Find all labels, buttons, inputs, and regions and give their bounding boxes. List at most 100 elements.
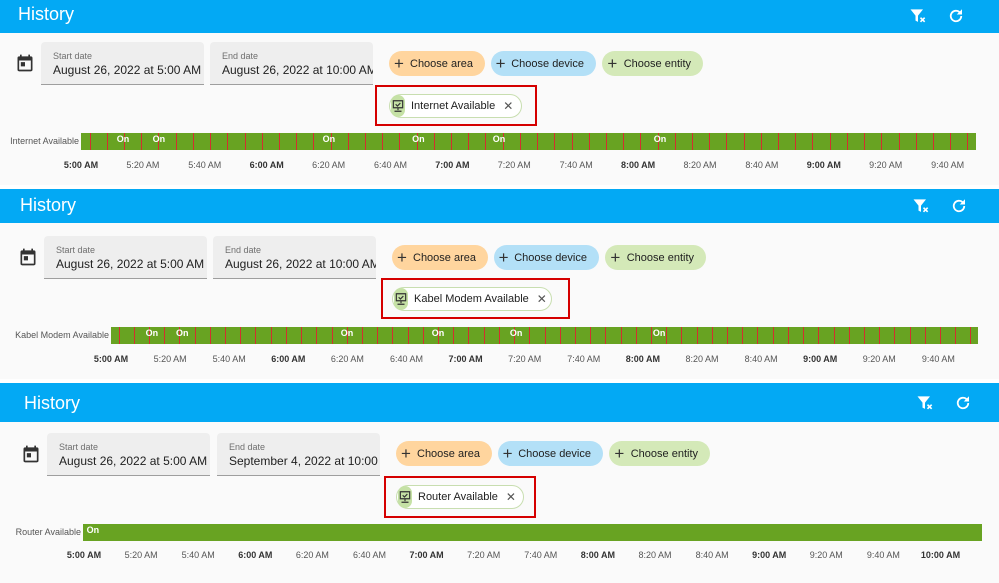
off-state-marker [863,327,865,344]
off-state-marker [795,133,797,150]
start-date-label: Start date [56,245,96,255]
close-icon[interactable]: ✕ [506,490,516,504]
time-axis: 5:00 AM 5:20 AM 5:40 AM 6:00 AM 6:20 AM 6:40 … [0,160,999,174]
off-state-marker [544,327,546,344]
choose-entity-button[interactable]: + Choose entity [609,441,710,466]
entity-chip-label: Kabel Modem Available [414,293,529,305]
off-state-marker [787,327,789,344]
filter-remove-icon [917,396,933,410]
off-state-marker [588,133,590,150]
off-state-marker [529,327,531,344]
on-state-label: On [152,134,166,144]
off-state-marker [285,327,287,344]
off-state-marker [848,327,850,344]
off-state-marker [106,133,108,150]
start-date-field[interactable]: Start date August 26, 2022 at 5:00 AM [41,42,204,85]
end-date-field[interactable]: End date August 26, 2022 at 10:00 AM [213,236,376,279]
choose-device-button[interactable]: + Choose device [491,51,596,76]
off-state-marker [301,327,303,344]
network-icon [391,95,405,117]
off-state-marker [605,133,607,150]
time-tick-label: 5:00 AM [66,550,102,560]
off-state-marker [666,327,668,344]
off-state-marker [727,327,729,344]
page-title: History [18,4,75,24]
entity-chip[interactable]: Kabel Modem Available ✕ [392,287,552,311]
filter-remove-icon [910,9,926,23]
time-tick-label: 6:20 AM [295,550,329,560]
time-tick-label: 8:40 AM [695,550,729,560]
choose-area-button[interactable]: + Choose area [396,441,492,466]
choose-area-button[interactable]: + Choose area [392,245,488,270]
off-state-marker [347,133,349,150]
choose-entity-button[interactable]: + Choose entity [602,51,703,76]
on-state-label: On [86,525,100,535]
choose-device-button[interactable]: + Choose device [498,441,603,466]
refresh-button[interactable] [943,3,969,29]
off-state-marker [519,133,521,150]
off-state-marker [894,327,896,344]
clear-filter-button[interactable] [908,193,934,219]
history-panel-1: History Start date August 26, 2022 at 5:… [0,0,999,185]
off-state-marker [620,327,622,344]
off-state-marker [377,327,379,344]
start-date-value: August 26, 2022 at 5:00 AM [53,63,202,77]
start-date-field[interactable]: Start date August 26, 2022 at 5:00 AM [47,433,210,476]
choose-device-button[interactable]: + Choose device [494,245,599,270]
off-state-marker [812,133,814,150]
timeline-row-label: Kabel Modem Available [15,330,109,340]
on-state-label: On [176,328,189,338]
clear-filter-button[interactable] [912,390,938,416]
time-tick-label: 9:00 AM [806,160,841,170]
off-state-marker [772,327,774,344]
time-tick-label: 9:40 AM [921,354,955,364]
time-tick-label: 9:20 AM [809,550,843,560]
time-tick-label: 6:40 AM [352,550,387,560]
history-panel-3: History Start date August 26, 2022 at 5:… [0,383,999,583]
plus-icon: + [502,444,513,463]
time-tick-label: 6:40 AM [389,354,424,364]
choose-area-button[interactable]: + Choose area [389,51,485,76]
choose-entity-button[interactable]: + Choose entity [605,245,706,270]
time-tick-label: 5:20 AM [126,160,160,170]
time-tick-label: 7:20 AM [467,550,501,560]
end-date-label: End date [222,51,259,61]
clear-filter-button[interactable] [905,3,931,29]
off-state-marker [803,327,805,344]
time-tick-label: 5:00 AM [93,354,129,364]
entity-chip[interactable]: Internet Available ✕ [389,94,522,118]
off-state-marker [175,133,177,150]
end-date-field[interactable]: End date September 4, 2022 at 10:00 AM [217,433,380,476]
refresh-button[interactable] [950,390,976,416]
state-timeline[interactable]: On On On On On On [81,133,976,150]
time-axis: 5:00 AM 5:20 AM 5:40 AM 6:00 AM 6:20 AM 6:40 … [0,354,999,368]
off-state-marker [709,133,711,150]
off-state-marker [331,327,333,344]
refresh-icon [952,199,966,213]
time-tick-label: 5:40 AM [188,160,222,170]
refresh-icon [956,396,970,410]
calendar-icon[interactable] [15,53,35,73]
off-state-marker [623,133,625,150]
time-tick-label: 9:20 AM [869,160,903,170]
off-state-marker [485,133,487,150]
refresh-button[interactable] [946,193,972,219]
end-date-field[interactable]: End date August 26, 2022 at 10:00 AM [210,42,373,85]
off-state-marker [692,133,693,150]
calendar-icon[interactable] [21,444,41,464]
calendar-icon[interactable] [18,247,38,267]
on-state-label: On [652,328,666,338]
off-state-marker [270,327,272,344]
time-tick-label: 8:20 AM [685,354,719,364]
state-timeline[interactable]: On [83,524,982,541]
close-icon[interactable]: ✕ [503,99,513,113]
off-state-marker [164,327,166,344]
off-state-marker [967,133,969,150]
start-date-field[interactable]: Start date August 26, 2022 at 5:00 AM [44,236,207,279]
close-icon[interactable]: ✕ [537,292,547,306]
entity-chip[interactable]: Router Available ✕ [396,485,524,509]
state-timeline[interactable]: On On On On On On [111,327,978,344]
off-state-marker [209,327,211,344]
off-state-marker [210,133,212,150]
time-tick-label: 8:40 AM [745,160,779,170]
